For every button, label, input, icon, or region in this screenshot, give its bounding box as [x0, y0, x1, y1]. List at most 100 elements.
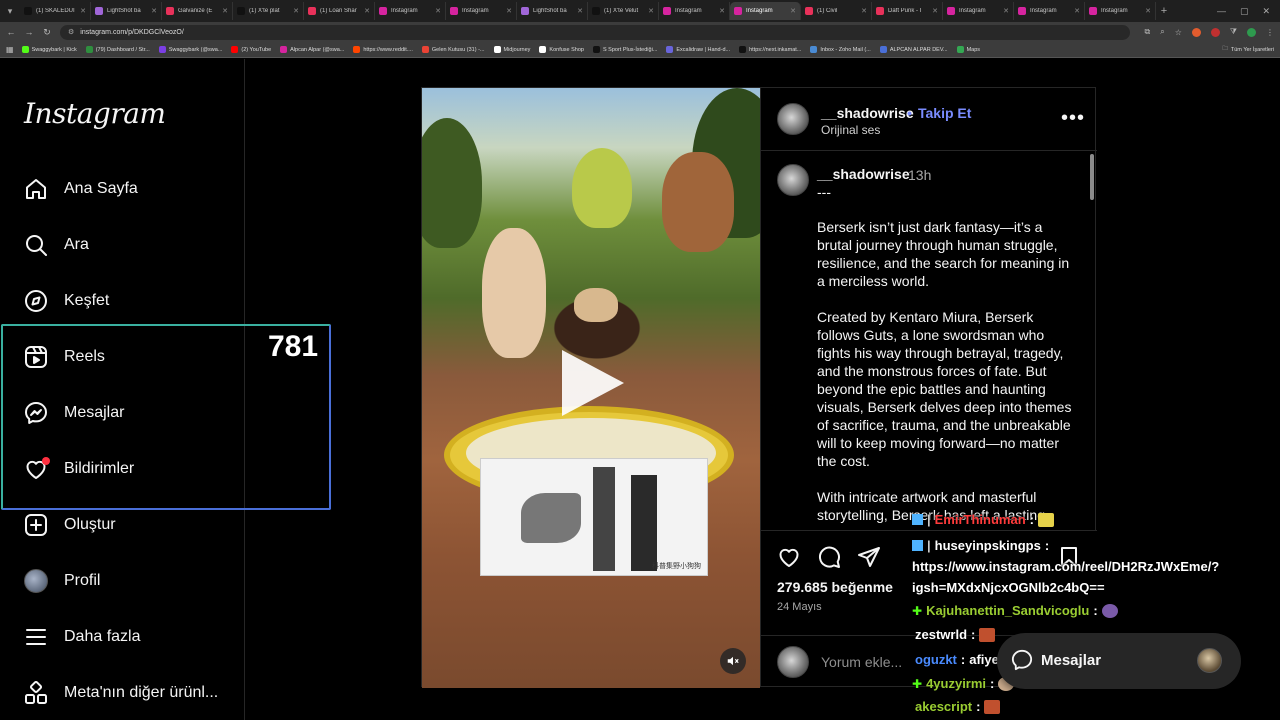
bookmark-item[interactable]: Midjourney: [493, 46, 530, 53]
bookmark-label: S Sport Plus-İstediği...: [602, 46, 658, 53]
maximize-icon[interactable]: ▢: [1240, 6, 1249, 17]
tab-close-icon[interactable]: ✕: [293, 7, 299, 15]
tab-label: (1) X'te Velut: [604, 8, 639, 14]
apps-grid-icon[interactable]: ▦: [6, 45, 14, 54]
sidebar-item-explore[interactable]: Keşfet: [24, 287, 109, 315]
tab-label: (1) X'te plat: [249, 8, 280, 14]
browser-tab[interactable]: Galvanize (E ✕: [162, 2, 233, 20]
tab-close-icon[interactable]: ✕: [577, 7, 583, 15]
browser-tab[interactable]: Daft Punk - I ✕: [872, 2, 943, 20]
browser-tab[interactable]: Instagram ✕: [659, 2, 730, 20]
close-window-icon[interactable]: ✕: [1262, 6, 1270, 17]
tab-close-icon[interactable]: ✕: [151, 7, 157, 15]
bookmark-item[interactable]: Excalidraw | Hand-d...: [666, 46, 730, 53]
share-icon[interactable]: [857, 545, 881, 569]
bookmark-item[interactable]: Konfuse Shop: [539, 46, 584, 53]
bookmark-item[interactable]: https://next.inkamat...: [739, 46, 801, 53]
tab-close-icon[interactable]: ✕: [80, 7, 86, 15]
tab-close-icon[interactable]: ✕: [719, 7, 725, 15]
comment-input[interactable]: Yorum ekle...: [821, 654, 902, 670]
forward-icon[interactable]: →: [24, 27, 34, 37]
author-avatar[interactable]: [777, 103, 809, 135]
bookmark-item[interactable]: Maps: [956, 46, 980, 53]
all-bookmarks-button[interactable]: 🗀 Tüm Yer İşaretleri: [1222, 45, 1274, 54]
author-username[interactable]: __shadowrise: [821, 105, 914, 121]
back-icon[interactable]: ←: [6, 27, 16, 37]
browser-tab[interactable]: LightShot ba ✕: [91, 2, 162, 20]
install-icon[interactable]: ⧉: [1144, 27, 1150, 37]
zoom-icon[interactable]: ⌕: [1160, 27, 1164, 37]
extension-icon[interactable]: [1210, 27, 1220, 37]
profile-avatar[interactable]: [1247, 27, 1256, 37]
url-input[interactable]: ⚙ instagram.com/p/DKDGClVeozO/: [60, 24, 1130, 40]
new-tab-button[interactable]: +: [1156, 5, 1172, 17]
bookmark-item[interactable]: https://www.reddit....: [353, 46, 413, 53]
tab-close-icon[interactable]: ✕: [364, 7, 370, 15]
sidebar-item-home[interactable]: Ana Sayfa: [24, 175, 138, 203]
bookmark-item[interactable]: Inbox - Zoho Mail (...: [810, 46, 871, 53]
tab-close-icon[interactable]: ✕: [222, 7, 228, 15]
bookmark-item[interactable]: (2) YouTube: [231, 46, 271, 53]
tab-close-icon[interactable]: ✕: [1145, 7, 1151, 15]
instagram-logo[interactable]: Instagram: [24, 97, 166, 130]
chat-username: Kajuhanettin_Sandvicoglu: [926, 603, 1090, 618]
tab-close-icon[interactable]: ✕: [1074, 7, 1080, 15]
sidebar-item-label: Daha fazla: [64, 628, 141, 645]
bookmark-star-icon[interactable]: ☆: [1175, 28, 1182, 37]
bookmark-item[interactable]: Alpcan Alpar (@swa...: [280, 46, 344, 53]
tab-close-icon[interactable]: ✕: [435, 7, 441, 15]
minimize-icon[interactable]: —: [1217, 6, 1226, 17]
bookmarks-bar: ▦ Swaggybark | Kick (79) Dashboard / Str.…: [0, 42, 1280, 58]
tab-close-icon[interactable]: ✕: [790, 7, 796, 15]
sidebar-item-more[interactable]: Daha fazla: [24, 623, 141, 651]
tab-favicon-icon: [947, 7, 955, 15]
browser-tab[interactable]: Instagram ✕: [1014, 2, 1085, 20]
bookmark-item[interactable]: Swaggybark (@swa...: [158, 46, 222, 53]
browser-tab[interactable]: LightShot ba ✕: [517, 2, 588, 20]
chrome-menu-icon[interactable]: ⋮: [1266, 28, 1274, 37]
tab-close-icon[interactable]: ✕: [1003, 7, 1009, 15]
reload-icon[interactable]: ↻: [42, 27, 52, 38]
browser-tab[interactable]: (1) Civil ✕: [801, 2, 872, 20]
like-count[interactable]: 279.685 beğenme: [777, 579, 893, 595]
caption-username[interactable]: __shadowrise: [817, 166, 910, 182]
tab-close-icon[interactable]: ✕: [861, 7, 867, 15]
bookmark-item[interactable]: (79) Dashboard / Str...: [85, 46, 150, 53]
extensions-puzzle-icon[interactable]: ⧩: [1230, 27, 1237, 37]
caption-author-avatar[interactable]: [777, 164, 809, 196]
audio-label[interactable]: Orijinal ses: [821, 123, 880, 137]
messages-pill[interactable]: Mesajlar: [997, 633, 1241, 689]
like-heart-icon[interactable]: [777, 545, 801, 569]
tab-close-icon[interactable]: ✕: [932, 7, 938, 15]
browser-tab[interactable]: Instagram ✕: [446, 2, 517, 20]
browser-tab[interactable]: Instagram ✕: [375, 2, 446, 20]
post-video[interactable]: 科普集野小狗狗: [422, 88, 760, 688]
browser-tab[interactable]: (1) X'te plat ✕: [233, 2, 304, 20]
play-icon[interactable]: [562, 350, 624, 416]
bookmark-item[interactable]: Gelen Kutusu (31) -...: [421, 46, 485, 53]
bookmark-item[interactable]: ALPCAN ALPAR DEV...: [879, 46, 948, 53]
mute-button[interactable]: [720, 648, 746, 674]
bookmark-item[interactable]: S Sport Plus-İstediği...: [592, 46, 658, 53]
tab-close-icon[interactable]: ✕: [648, 7, 654, 15]
sidebar-item-profile[interactable]: Profil: [24, 567, 100, 595]
sidebar-item-meta-apps[interactable]: Meta'nın diğer ürünl...: [24, 679, 218, 707]
extension-icon[interactable]: [1191, 27, 1201, 37]
browser-tab[interactable]: Instagram ✕: [1085, 2, 1156, 20]
browser-tab[interactable]: (1) Loan Shar ✕: [304, 2, 375, 20]
bookmark-item[interactable]: Swaggybark | Kick: [21, 46, 77, 53]
chat-badge-icon: [912, 514, 923, 525]
browser-tab[interactable]: (1) SKALEDUI ✕: [20, 2, 91, 20]
sidebar-item-create[interactable]: Oluştur: [24, 511, 116, 539]
scrollbar-thumb[interactable]: [1090, 154, 1094, 200]
follow-button[interactable]: Takip Et: [918, 105, 971, 121]
browser-tab[interactable]: Instagram ✕: [730, 2, 801, 20]
sidebar-item-search[interactable]: Ara: [24, 231, 89, 259]
comment-icon[interactable]: [817, 545, 841, 569]
browser-tab[interactable]: Instagram ✕: [943, 2, 1014, 20]
tab-search-icon[interactable]: ▾: [0, 0, 20, 22]
site-info-icon[interactable]: ⚙: [68, 28, 74, 36]
browser-tab[interactable]: (1) X'te Velut ✕: [588, 2, 659, 20]
comments-scrollbar[interactable]: [1089, 154, 1095, 526]
tab-close-icon[interactable]: ✕: [506, 7, 512, 15]
